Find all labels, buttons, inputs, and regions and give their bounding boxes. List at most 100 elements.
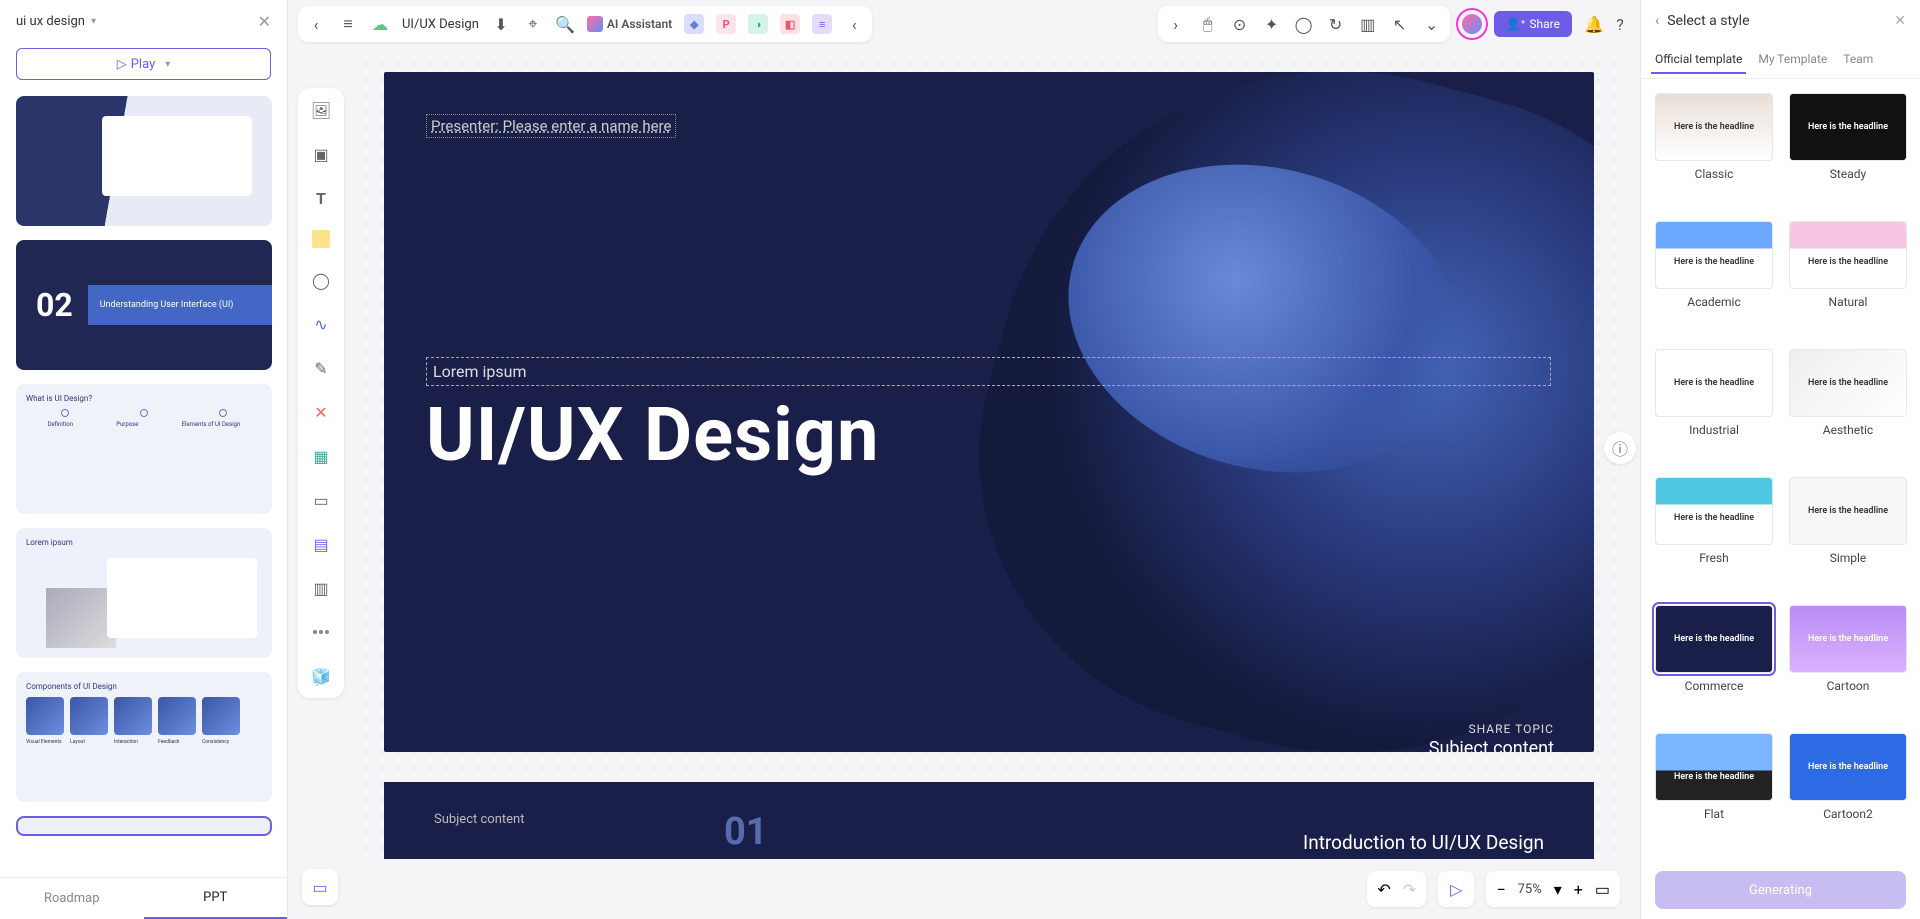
note-icon[interactable] bbox=[312, 230, 330, 248]
panel-header: ‹ Select a style ✕ bbox=[1641, 0, 1920, 42]
presenter-field[interactable]: Presenter: Please enter a name here bbox=[426, 114, 676, 138]
app-chip-p[interactable]: P bbox=[716, 14, 736, 34]
spark-icon[interactable]: ✦ bbox=[1262, 14, 1282, 34]
style-card-text: Here is the headline bbox=[1808, 257, 1888, 267]
help-icon[interactable]: ? bbox=[1610, 14, 1630, 34]
contents-text: Introduction to UI/UX Design bbox=[1303, 831, 1544, 854]
history-icon[interactable]: ↻ bbox=[1326, 14, 1346, 34]
style-label: Simple bbox=[1830, 551, 1867, 565]
style-item-commerce[interactable]: Here is the headline Commerce bbox=[1655, 605, 1773, 719]
cloud-icon[interactable]: ☁ bbox=[370, 14, 390, 34]
thumb-title: Components of UI Design bbox=[26, 682, 262, 691]
chart-icon[interactable]: ▥ bbox=[1358, 14, 1378, 34]
menu-icon[interactable]: ≡ bbox=[338, 14, 358, 34]
redo-icon[interactable]: ↷ bbox=[1403, 880, 1416, 899]
generating-button[interactable]: Generating bbox=[1655, 871, 1906, 909]
thumb-slide[interactable]: 02 Understanding User Interface (UI) bbox=[16, 240, 272, 370]
app-chip[interactable]: ≡ bbox=[812, 14, 832, 34]
zoom-out-icon[interactable]: − bbox=[1496, 880, 1505, 899]
zoom-box: − 75% ▾ + ▭ bbox=[1486, 871, 1620, 907]
thumb-slide[interactable]: Components of UI Design Visual Elements … bbox=[16, 672, 272, 802]
chevron-down-icon[interactable]: ▾ bbox=[1554, 880, 1562, 899]
media-icon[interactable]: 🖼 bbox=[309, 98, 333, 122]
fit-icon[interactable]: ▭ bbox=[1595, 880, 1610, 899]
comment-icon[interactable]: ◯ bbox=[1294, 14, 1314, 34]
tab-ppt[interactable]: PPT bbox=[144, 878, 288, 919]
style-item-aesthetic[interactable]: Here is the headline Aesthetic bbox=[1789, 349, 1907, 463]
info-button[interactable]: ⓘ bbox=[1604, 432, 1636, 464]
style-item-classic[interactable]: Here is the headline Classic bbox=[1655, 93, 1773, 207]
style-item-simple[interactable]: Here is the headline Simple bbox=[1789, 477, 1907, 591]
text-icon[interactable]: T bbox=[309, 186, 333, 210]
style-item-steady[interactable]: Here is the headline Steady bbox=[1789, 93, 1907, 207]
present-button[interactable]: ▷ bbox=[1438, 871, 1474, 907]
toolbar-group-left: ‹ ≡ ☁ UI/UX Design ⬇ ⌖ 🔍 AI Assistant ◆ … bbox=[298, 6, 872, 42]
subtitle-field[interactable]: Lorem ipsum bbox=[426, 357, 1551, 386]
canvas-area[interactable]: Presenter: Please enter a name here Lore… bbox=[358, 56, 1620, 859]
thumb-slide[interactable]: Lorem ipsum bbox=[16, 528, 272, 658]
chevron-left-icon[interactable]: ‹ bbox=[844, 14, 864, 34]
style-item-flat[interactable]: Here is the headline Flat bbox=[1655, 733, 1773, 847]
style-label: Industrial bbox=[1689, 423, 1739, 437]
mouse-icon[interactable]: 🖱 bbox=[1198, 14, 1218, 34]
avatar-ring[interactable] bbox=[1456, 8, 1488, 40]
thumb-col: Visual Elements bbox=[26, 739, 64, 745]
app-chip[interactable]: ◑ bbox=[748, 14, 768, 34]
text-block-icon[interactable]: ▭ bbox=[309, 488, 333, 512]
slide-contents[interactable]: Subject content Contents 01 Introduction… bbox=[384, 782, 1594, 859]
zoom-in-icon[interactable]: + bbox=[1574, 880, 1583, 899]
style-item-academic[interactable]: Here is the headline Academic bbox=[1655, 221, 1773, 335]
more-icon[interactable] bbox=[309, 620, 333, 644]
layout-icon[interactable]: ▤ bbox=[309, 532, 333, 556]
close-icon[interactable]: ✕ bbox=[258, 12, 271, 31]
project-name: ui ux design bbox=[16, 14, 85, 29]
crop-icon[interactable]: ▣ bbox=[309, 142, 333, 166]
back-icon[interactable]: ‹ bbox=[1655, 13, 1659, 29]
share-topic-block[interactable]: SHARE TOPIC Subject content bbox=[1429, 722, 1554, 752]
pointer-icon[interactable]: ↖ bbox=[1390, 14, 1410, 34]
table-icon[interactable]: ▦ bbox=[309, 444, 333, 468]
tab-official-template[interactable]: Official template bbox=[1651, 46, 1746, 74]
curve-icon[interactable]: ∿ bbox=[309, 312, 333, 336]
thumb-slide[interactable]: What is UI Design? Definition Purpose El… bbox=[16, 384, 272, 514]
chevron-down-icon[interactable]: ⌄ bbox=[1422, 14, 1442, 34]
thumb-slide[interactable] bbox=[16, 96, 272, 226]
brush-icon[interactable]: ✎ bbox=[309, 356, 333, 380]
style-item-cartoon[interactable]: Here is the headline Cartoon bbox=[1789, 605, 1907, 719]
style-item-natural[interactable]: Here is the headline Natural bbox=[1789, 221, 1907, 335]
contents-row[interactable]: 01 Introduction to UI/UX Design bbox=[724, 802, 1544, 859]
project-name-row[interactable]: ui ux design ▾ ✕ bbox=[0, 0, 287, 42]
app-icon[interactable]: 🧊 bbox=[309, 664, 333, 688]
undo-icon[interactable]: ↶ bbox=[1377, 880, 1390, 899]
app-chip[interactable]: ◧ bbox=[780, 14, 800, 34]
list-icon[interactable]: ▥ bbox=[309, 576, 333, 600]
slide-title[interactable]: Presenter: Please enter a name here Lore… bbox=[384, 72, 1594, 752]
search-icon[interactable]: 🔍 bbox=[555, 14, 575, 34]
ai-assistant-button[interactable]: AI Assistant bbox=[587, 16, 672, 32]
app-chip[interactable]: ◆ bbox=[684, 14, 704, 34]
tag-icon[interactable]: ⌖ bbox=[523, 14, 543, 34]
style-item-fresh[interactable]: Here is the headline Fresh bbox=[1655, 477, 1773, 591]
cross-icon[interactable]: ✕ bbox=[309, 400, 333, 424]
main-title[interactable]: UI/UX Design bbox=[426, 392, 879, 479]
shape-icon[interactable]: ◯ bbox=[309, 268, 333, 292]
share-button[interactable]: 👤⁺ Share bbox=[1494, 11, 1572, 37]
style-item-cartoon2[interactable]: Here is the headline Cartoon2 bbox=[1789, 733, 1907, 847]
style-card-text: Here is the headline bbox=[1808, 122, 1888, 132]
presenter-mode-button[interactable]: ▭ bbox=[302, 869, 338, 905]
chevron-right-icon[interactable]: › bbox=[1166, 14, 1186, 34]
style-item-industrial[interactable]: Here is the headline Industrial bbox=[1655, 349, 1773, 463]
bell-icon[interactable]: 🔔 bbox=[1584, 14, 1604, 34]
tab-team[interactable]: Team bbox=[1839, 46, 1877, 74]
close-icon[interactable]: ✕ bbox=[1894, 13, 1906, 29]
back-icon[interactable]: ‹ bbox=[306, 14, 326, 34]
play-button[interactable]: ▷ Play ▾ bbox=[16, 48, 271, 80]
download-icon[interactable]: ⬇ bbox=[491, 14, 511, 34]
tab-my-template[interactable]: My Template bbox=[1754, 46, 1831, 74]
record-icon[interactable]: ⊙ bbox=[1230, 14, 1250, 34]
zoom-value[interactable]: 75% bbox=[1518, 882, 1542, 897]
style-card-text: Here is the headline bbox=[1674, 122, 1754, 132]
thumb-slide-selected[interactable] bbox=[16, 816, 272, 836]
play-icon: ▷ bbox=[1450, 880, 1462, 899]
tab-roadmap[interactable]: Roadmap bbox=[0, 878, 144, 919]
